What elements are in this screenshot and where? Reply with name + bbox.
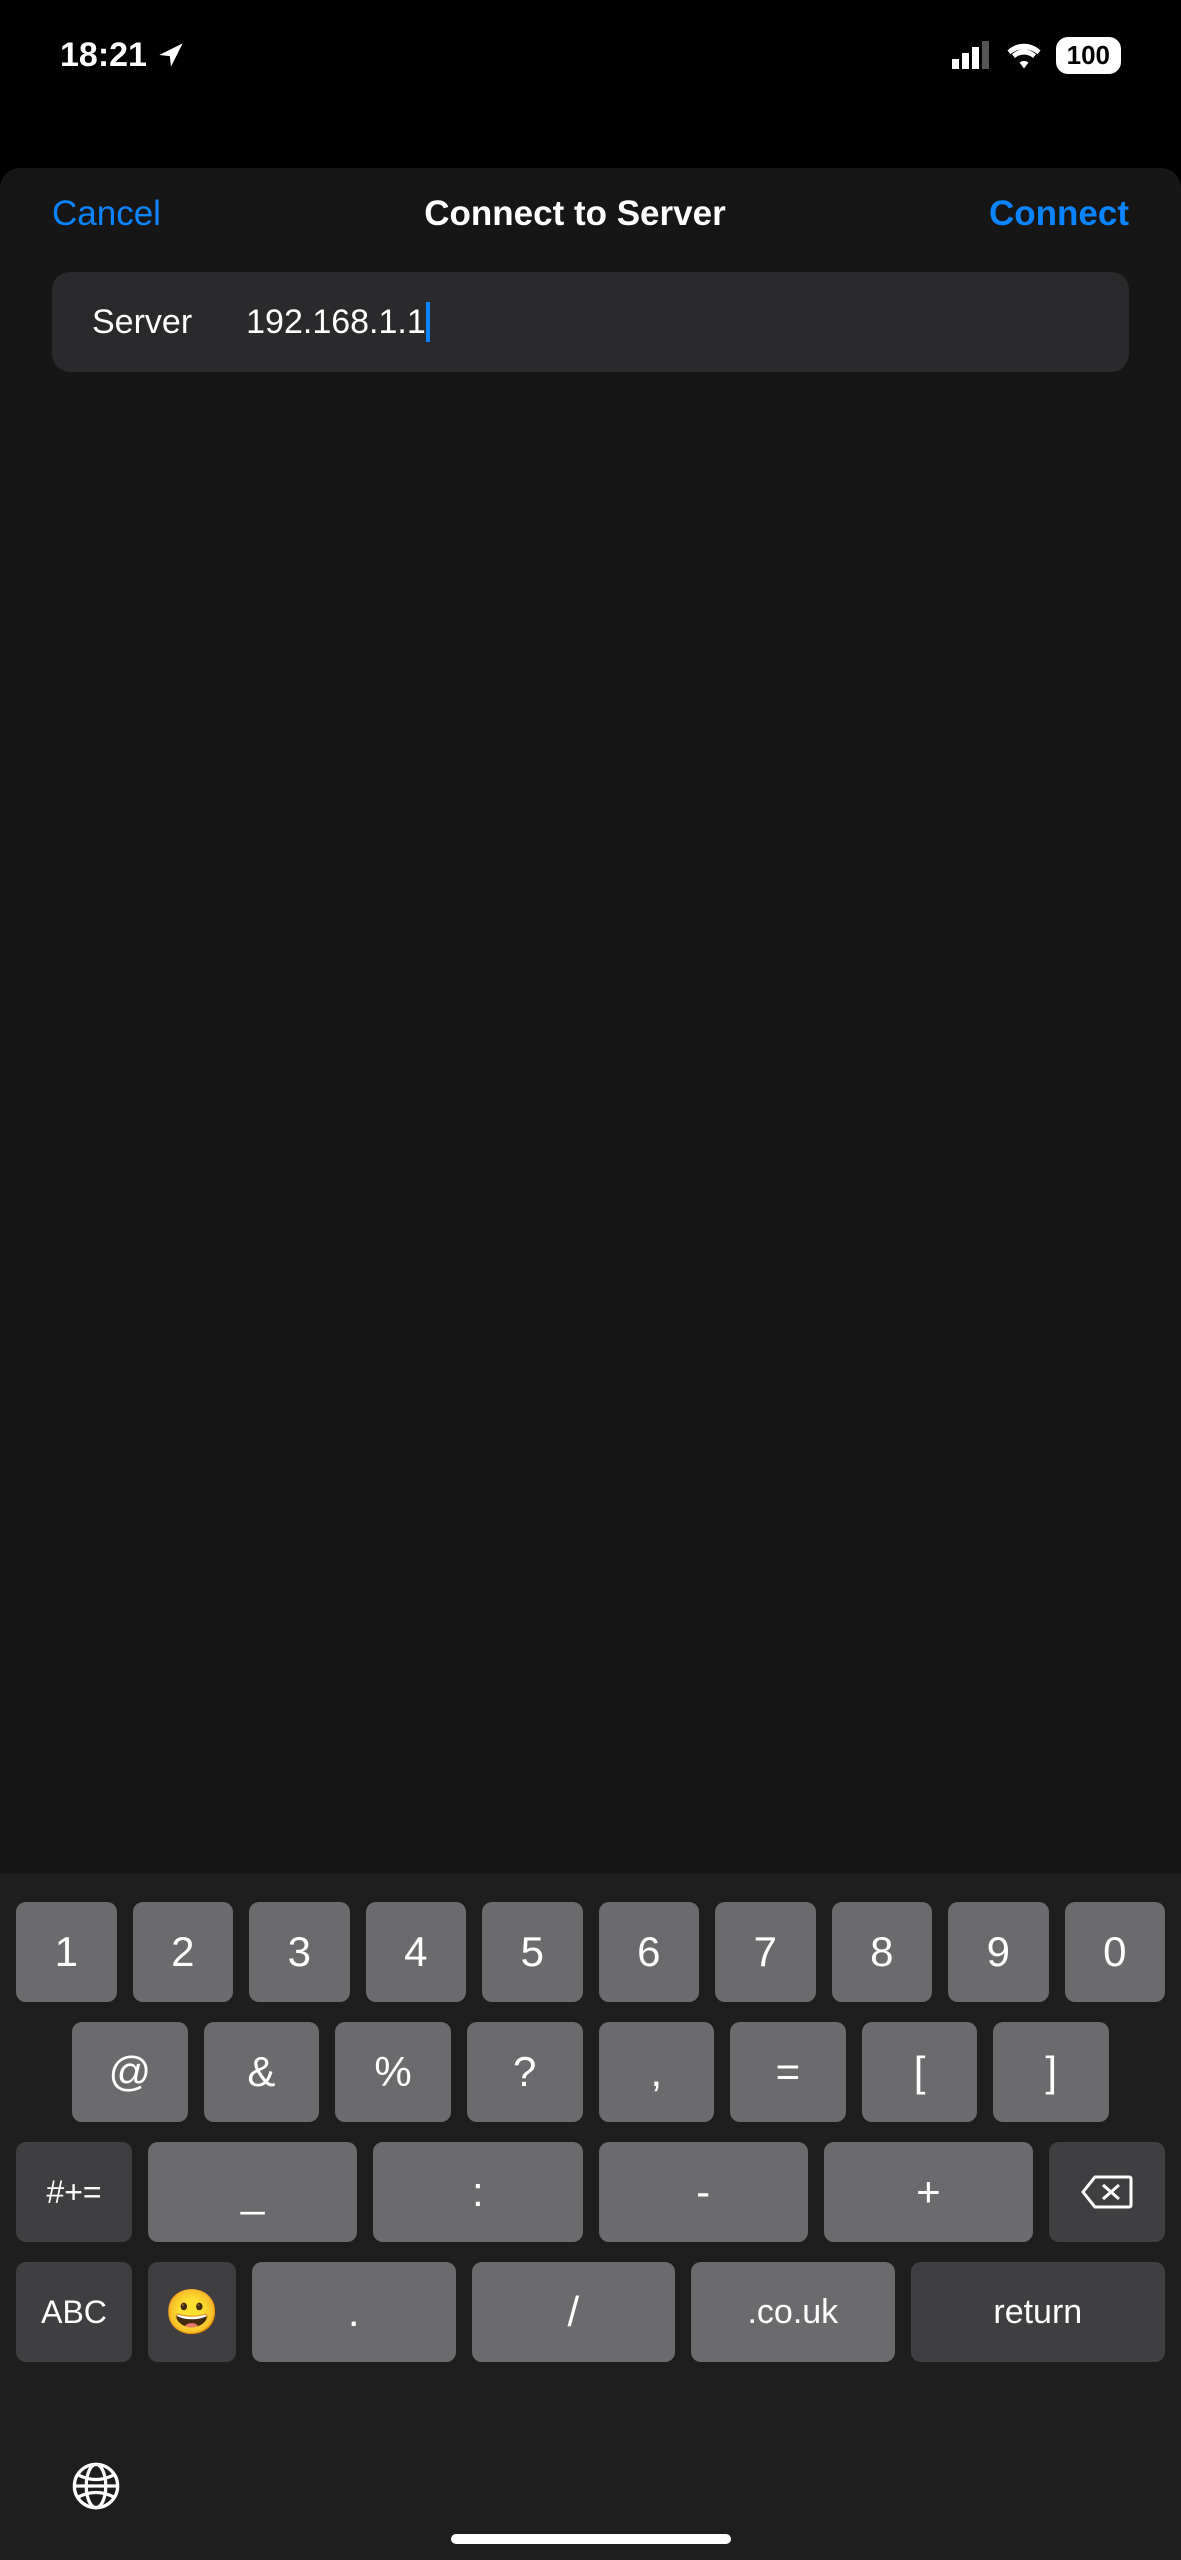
cancel-button[interactable]: Cancel xyxy=(52,194,161,234)
key-3[interactable]: 3 xyxy=(249,1902,350,2002)
connect-button[interactable]: Connect xyxy=(989,194,1129,234)
key-domain[interactable]: .co.uk xyxy=(691,2262,895,2362)
key-8[interactable]: 8 xyxy=(832,1902,933,2002)
wifi-icon xyxy=(1006,41,1042,69)
key-percent[interactable]: % xyxy=(335,2022,451,2122)
key-underscore[interactable]: _ xyxy=(148,2142,357,2242)
home-indicator[interactable] xyxy=(451,2534,731,2544)
server-field-row[interactable]: Server 192.168.1.1 xyxy=(52,272,1129,372)
keyboard-row-2: @ & % ? , = [ ] xyxy=(0,2022,1181,2122)
key-minus[interactable]: - xyxy=(599,2142,808,2242)
nav-bar: Cancel Connect to Server Connect xyxy=(0,168,1181,272)
key-backspace[interactable] xyxy=(1049,2142,1165,2242)
status-right: 100 xyxy=(952,37,1121,74)
key-equals[interactable]: = xyxy=(730,2022,846,2122)
modal-title: Connect to Server xyxy=(424,194,725,234)
key-slash[interactable]: / xyxy=(472,2262,676,2362)
key-symbols[interactable]: #+= xyxy=(16,2142,132,2242)
keyboard-row-3: #+= _ : - + xyxy=(0,2142,1181,2242)
globe-icon[interactable] xyxy=(70,2460,122,2512)
key-colon[interactable]: : xyxy=(373,2142,582,2242)
status-bar: 18:21 100 xyxy=(0,0,1181,110)
key-question[interactable]: ? xyxy=(467,2022,583,2122)
keyboard-row-4: ABC 😀 . / .co.uk return xyxy=(0,2262,1181,2362)
key-7[interactable]: 7 xyxy=(715,1902,816,2002)
key-0[interactable]: 0 xyxy=(1065,1902,1166,2002)
battery-indicator: 100 xyxy=(1056,37,1121,74)
keyboard-row-1: 1 2 3 4 5 6 7 8 9 0 xyxy=(0,1902,1181,2002)
emoji-icon: 😀 xyxy=(165,2286,220,2338)
location-icon xyxy=(157,41,185,69)
key-6[interactable]: 6 xyxy=(599,1902,700,2002)
server-input-wrap[interactable]: 192.168.1.1 xyxy=(246,302,430,342)
backspace-icon xyxy=(1081,2173,1133,2211)
server-input[interactable]: 192.168.1.1 xyxy=(246,303,426,342)
key-ampersand[interactable]: & xyxy=(204,2022,320,2122)
text-cursor xyxy=(426,302,430,342)
key-5[interactable]: 5 xyxy=(482,1902,583,2002)
key-1[interactable]: 1 xyxy=(16,1902,117,2002)
key-plus[interactable]: + xyxy=(824,2142,1033,2242)
status-time: 18:21 xyxy=(60,36,147,75)
key-at[interactable]: @ xyxy=(72,2022,188,2122)
key-return[interactable]: return xyxy=(911,2262,1165,2362)
key-4[interactable]: 4 xyxy=(366,1902,467,2002)
server-label: Server xyxy=(92,303,192,342)
key-abc[interactable]: ABC xyxy=(16,2262,132,2362)
key-close-bracket[interactable]: ] xyxy=(993,2022,1109,2122)
keyboard: 1 2 3 4 5 6 7 8 9 0 @ & % ? , = [ ] #+= … xyxy=(0,1874,1181,2560)
key-open-bracket[interactable]: [ xyxy=(862,2022,978,2122)
key-comma[interactable]: , xyxy=(599,2022,715,2122)
cellular-icon xyxy=(952,41,992,69)
status-left: 18:21 xyxy=(60,36,185,75)
key-emoji[interactable]: 😀 xyxy=(148,2262,236,2362)
key-period[interactable]: . xyxy=(252,2262,456,2362)
key-2[interactable]: 2 xyxy=(133,1902,234,2002)
key-9[interactable]: 9 xyxy=(948,1902,1049,2002)
